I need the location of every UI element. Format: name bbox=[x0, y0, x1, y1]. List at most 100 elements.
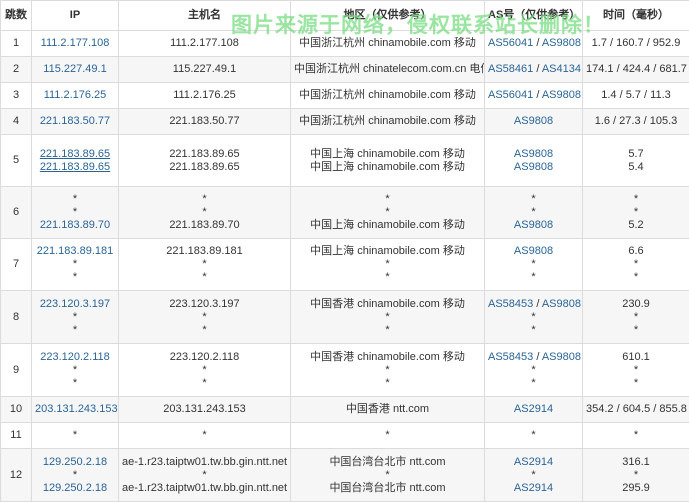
as-link[interactable]: AS9808 bbox=[542, 298, 581, 310]
time-cell: 354.2 / 604.5 / 855.8 bbox=[583, 397, 689, 423]
table-row: 10203.131.243.153203.131.243.153中国香港 ntt… bbox=[1, 397, 689, 423]
as-empty: * bbox=[531, 258, 535, 270]
as-link[interactable]: AS58461 bbox=[488, 63, 533, 75]
as-line: AS9808 bbox=[488, 161, 579, 174]
ip-link[interactable]: 223.120.2.118 bbox=[35, 351, 115, 364]
as-link[interactable]: AS9808 bbox=[514, 219, 553, 231]
as-link[interactable]: AS9808 bbox=[542, 89, 581, 101]
ip-link[interactable]: 223.120.3.197 bbox=[35, 298, 115, 311]
hostname-cell: 223.120.2.118** bbox=[119, 344, 291, 397]
as-line: AS58453 / AS9808 bbox=[488, 298, 579, 311]
as-link[interactable]: AS4134 bbox=[542, 63, 581, 75]
as-separator: / bbox=[533, 89, 542, 101]
hostname-cell: * bbox=[119, 423, 291, 449]
as-line: AS2914 bbox=[488, 482, 579, 495]
hostname-cell: 111.2.176.25 bbox=[119, 83, 291, 109]
region-text: 中国上海 chinamobile.com 移动 bbox=[294, 161, 481, 174]
region-text: 中国台湾台北市 ntt.com bbox=[294, 456, 481, 469]
as-link[interactable]: AS9808 bbox=[514, 161, 553, 173]
ip-cell: 203.131.243.153 bbox=[32, 397, 119, 423]
as-line: AS2914 bbox=[488, 403, 579, 416]
header-ip: IP bbox=[32, 1, 119, 31]
time-cell: 316.1*295.9 bbox=[583, 449, 689, 502]
ip-empty: * bbox=[35, 258, 115, 271]
hostname-text: 115.227.49.1 bbox=[122, 63, 287, 76]
region-cell: 中国上海 chinamobile.com 移动** bbox=[291, 239, 485, 291]
time-text: 174.1 / 424.4 / 681.7 bbox=[586, 63, 686, 76]
table-row: 7221.183.89.181**221.183.89.181**中国上海 ch… bbox=[1, 239, 689, 291]
as-link[interactable]: AS56041 bbox=[488, 89, 533, 101]
hostname-text: * bbox=[122, 311, 287, 324]
ip-link[interactable]: 221.183.50.77 bbox=[35, 115, 115, 128]
hostname-text: 223.120.3.197 bbox=[122, 298, 287, 311]
as-link[interactable]: AS9808 bbox=[542, 37, 581, 49]
ip-cell: 223.120.2.118** bbox=[32, 344, 119, 397]
region-text: 中国台湾台北市 ntt.com bbox=[294, 482, 481, 495]
ip-cell: 221.183.89.181** bbox=[32, 239, 119, 291]
hop-cell: 7 bbox=[1, 239, 32, 291]
ip-link[interactable]: 221.183.89.65 bbox=[35, 161, 115, 174]
time-cell: 174.1 / 424.4 / 681.7 bbox=[583, 57, 689, 83]
as-link[interactable]: AS2914 bbox=[514, 482, 553, 494]
ip-empty: * bbox=[35, 429, 115, 442]
region-text: * bbox=[294, 271, 481, 284]
ip-link[interactable]: 115.227.49.1 bbox=[35, 63, 115, 76]
time-text: 1.6 / 27.3 / 105.3 bbox=[586, 115, 686, 128]
as-link[interactable]: AS9808 bbox=[514, 115, 553, 127]
hop-cell: 11 bbox=[1, 423, 32, 449]
ip-cell: 111.2.177.108 bbox=[32, 31, 119, 57]
as-cell: * bbox=[485, 423, 583, 449]
ip-empty: * bbox=[35, 311, 115, 324]
hostname-cell: 111.2.177.108 bbox=[119, 31, 291, 57]
ip-cell: 111.2.176.25 bbox=[32, 83, 119, 109]
ip-cell: 115.227.49.1 bbox=[32, 57, 119, 83]
ip-link[interactable]: 129.250.2.18 bbox=[35, 482, 115, 495]
as-link[interactable]: AS2914 bbox=[514, 456, 553, 468]
region-text: * bbox=[294, 324, 481, 337]
time-cell: * bbox=[583, 423, 689, 449]
ip-link[interactable]: 221.183.89.181 bbox=[35, 245, 115, 258]
ip-cell: 223.120.3.197** bbox=[32, 291, 119, 344]
region-cell: * bbox=[291, 423, 485, 449]
hostname-text: * bbox=[122, 193, 287, 206]
time-cell: 230.9** bbox=[583, 291, 689, 344]
as-cell: AS56041 / AS9808 bbox=[485, 31, 583, 57]
as-link[interactable]: AS58453 bbox=[488, 298, 533, 310]
time-cell: 1.4 / 5.7 / 11.3 bbox=[583, 83, 689, 109]
as-line: * bbox=[488, 324, 579, 337]
time-text: 295.9 bbox=[586, 482, 686, 495]
ip-link[interactable]: 111.2.176.25 bbox=[35, 89, 115, 102]
ip-link[interactable]: 221.183.89.70 bbox=[35, 219, 115, 232]
hostname-cell: ae-1.r23.taiptw01.tw.bb.gin.ntt.net*ae-1… bbox=[119, 449, 291, 502]
ip-link[interactable]: 111.2.177.108 bbox=[35, 37, 115, 50]
as-link[interactable]: AS2914 bbox=[514, 403, 553, 415]
ip-link[interactable]: 221.183.89.65 bbox=[35, 148, 115, 161]
as-link[interactable]: AS56041 bbox=[488, 37, 533, 49]
ip-link[interactable]: 203.131.243.153 bbox=[35, 403, 115, 416]
ip-empty: * bbox=[35, 271, 115, 284]
time-text: 1.4 / 5.7 / 11.3 bbox=[586, 89, 686, 102]
as-link[interactable]: AS9808 bbox=[514, 148, 553, 160]
as-link[interactable]: AS58453 bbox=[488, 351, 533, 363]
as-line: * bbox=[488, 258, 579, 271]
hostname-text: ae-1.r23.taiptw01.tw.bb.gin.ntt.net bbox=[122, 482, 287, 495]
region-text: 中国上海 chinamobile.com 移动 bbox=[294, 219, 481, 232]
time-text: 6.6 bbox=[586, 245, 686, 258]
header-time: 时间（毫秒） bbox=[583, 1, 689, 31]
as-link[interactable]: AS9808 bbox=[514, 245, 553, 257]
hop-cell: 2 bbox=[1, 57, 32, 83]
hostname-text: ae-1.r23.taiptw01.tw.bb.gin.ntt.net bbox=[122, 456, 287, 469]
hostname-text: 221.183.50.77 bbox=[122, 115, 287, 128]
as-link[interactable]: AS9808 bbox=[542, 351, 581, 363]
hop-cell: 3 bbox=[1, 83, 32, 109]
hostname-cell: 221.183.50.77 bbox=[119, 109, 291, 135]
as-line: AS56041 / AS9808 bbox=[488, 89, 579, 102]
hostname-text: * bbox=[122, 271, 287, 284]
hostname-text: * bbox=[122, 377, 287, 390]
as-empty: * bbox=[531, 377, 535, 389]
table-row: 2115.227.49.1115.227.49.1中国浙江杭州 chinatel… bbox=[1, 57, 689, 83]
as-empty: * bbox=[531, 364, 535, 376]
ip-link[interactable]: 129.250.2.18 bbox=[35, 456, 115, 469]
hop-cell: 9 bbox=[1, 344, 32, 397]
hostname-text: 111.2.176.25 bbox=[122, 89, 287, 102]
